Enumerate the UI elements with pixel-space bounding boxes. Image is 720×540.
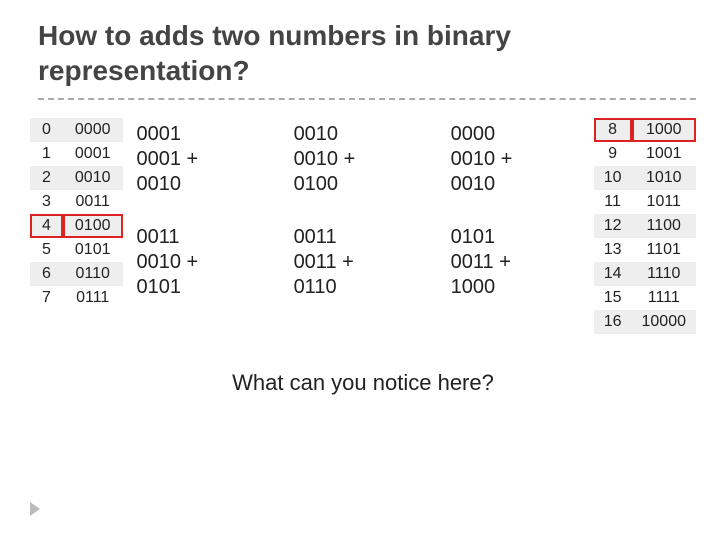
table-row: 131101 [594,238,696,262]
dec-cell: 8 [594,118,632,142]
dec-cell: 0 [30,118,63,142]
table-row: 91001 [594,142,696,166]
bin-cell: 0100 [63,214,123,238]
bin-cell: 1010 [632,166,697,190]
table-row: 1610000 [594,310,696,334]
bin-cell: 1110 [632,262,697,286]
dec-cell: 13 [594,238,632,262]
dec-cell: 3 [30,190,63,214]
bin-cell: 0111 [63,286,123,310]
bin-cell: 0001 [63,142,123,166]
table-row: 141110 [594,262,696,286]
binary-table-right: 8100091001101010111011121100131101141110… [594,118,696,334]
bin-cell: 10000 [632,310,697,334]
dec-cell: 1 [30,142,63,166]
binary-table-left: 0000010001200103001140100501016011070111 [30,118,123,310]
table-row: 20010 [30,166,123,190]
table-row: 151111 [594,286,696,310]
table-row: 101010 [594,166,696,190]
bin-cell: 1100 [632,214,697,238]
addition-example: 0000 0010 + 0010 [451,122,580,197]
examples-grid: 0001 0001 + 0010 0010 0010 + 0100 0000 001… [137,118,580,300]
table-row: 81000 [594,118,696,142]
addition-example: 0011 0011 + 0110 [294,225,423,300]
dec-cell: 4 [30,214,63,238]
table-row: 00000 [30,118,123,142]
bin-cell: 1011 [632,190,697,214]
addition-example: 0011 0010 + 0101 [137,225,266,300]
dec-cell: 12 [594,214,632,238]
bin-cell: 0010 [63,166,123,190]
bin-cell: 0000 [63,118,123,142]
dec-cell: 14 [594,262,632,286]
dec-cell: 7 [30,286,63,310]
dec-cell: 6 [30,262,63,286]
table-row: 30011 [30,190,123,214]
table-row: 70111 [30,286,123,310]
dec-cell: 10 [594,166,632,190]
table-row: 40100 [30,214,123,238]
bin-cell: 1101 [632,238,697,262]
bin-cell: 0101 [63,238,123,262]
bin-cell: 0011 [63,190,123,214]
slide-marker-icon [30,502,40,516]
dec-cell: 15 [594,286,632,310]
addition-example: 0001 0001 + 0010 [137,122,266,197]
page-title: How to adds two numbers in binary repres… [38,18,696,100]
bin-cell: 1001 [632,142,697,166]
dec-cell: 9 [594,142,632,166]
bin-cell: 1111 [632,286,697,310]
table-row: 50101 [30,238,123,262]
bin-cell: 0110 [63,262,123,286]
addition-example: 0101 0011 + 1000 [451,225,580,300]
addition-example: 0010 0010 + 0100 [294,122,423,197]
dec-cell: 11 [594,190,632,214]
content-row: 0000010001200103001140100501016011070111… [30,118,696,334]
dec-cell: 16 [594,310,632,334]
bin-cell: 1000 [632,118,697,142]
table-row: 111011 [594,190,696,214]
dec-cell: 5 [30,238,63,262]
question-text: What can you notice here? [30,370,696,396]
table-row: 60110 [30,262,123,286]
table-row: 121100 [594,214,696,238]
table-row: 10001 [30,142,123,166]
dec-cell: 2 [30,166,63,190]
